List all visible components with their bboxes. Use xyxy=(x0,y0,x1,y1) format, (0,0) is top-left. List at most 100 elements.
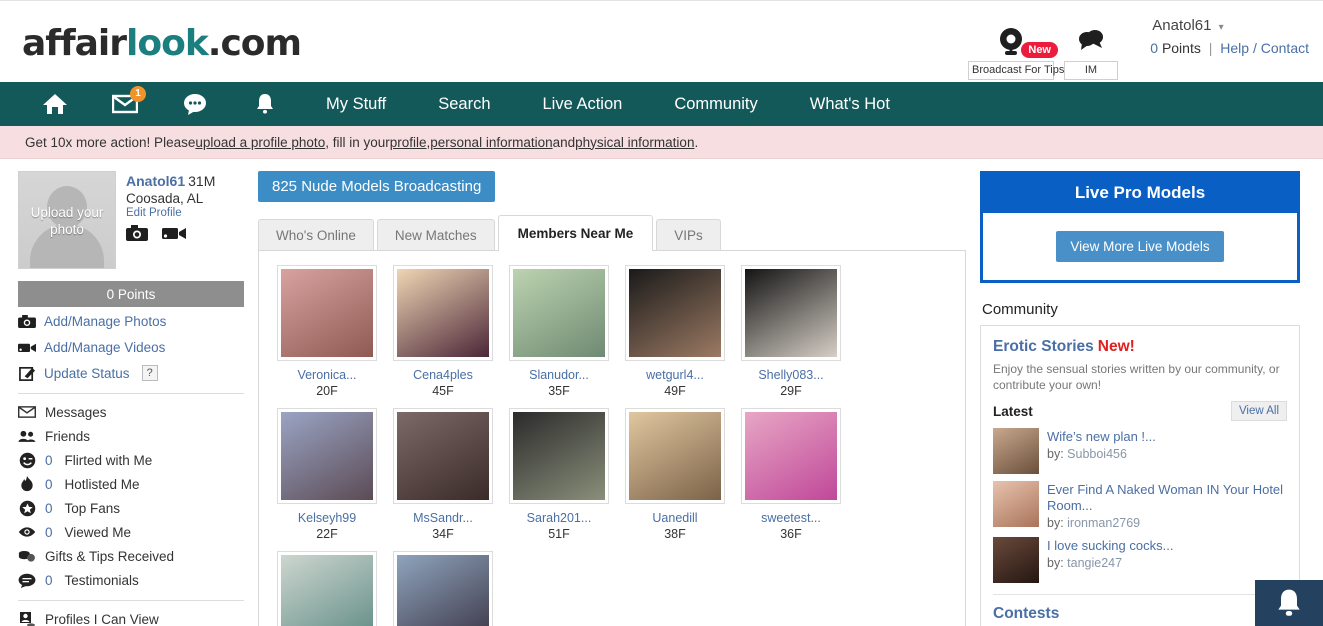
erotic-stories-heading[interactable]: Erotic Stories New! xyxy=(993,338,1287,356)
sidebar-item-testimonials[interactable]: 0 Testimonials xyxy=(18,568,244,592)
edit-profile-link[interactable]: Edit Profile xyxy=(126,207,182,219)
nav-link-live-action[interactable]: Live Action xyxy=(517,95,649,114)
sidebar-item-hotlisted-me[interactable]: 0 Hotlisted Me xyxy=(18,472,244,496)
video-camera-icon[interactable] xyxy=(162,225,186,246)
story-author[interactable]: Subboi456 xyxy=(1067,447,1127,461)
sidebar-item-label: Viewed Me xyxy=(64,524,132,540)
member-card[interactable]: MsSandr... 34F xyxy=(387,408,499,541)
sidebar-item-messages[interactable]: Messages xyxy=(18,400,244,424)
im-tile[interactable]: IM xyxy=(1064,23,1118,80)
tab-members-near-me[interactable]: Members Near Me xyxy=(497,215,654,251)
member-thumbnail[interactable] xyxy=(393,551,493,626)
sidebar-item-flirted-with-me[interactable]: 0 Flirted with Me xyxy=(18,448,244,472)
tab-whos-online[interactable]: Who's Online xyxy=(258,219,374,251)
notifications-fab[interactable] xyxy=(1255,580,1323,626)
member-thumbnail[interactable] xyxy=(625,265,725,361)
member-name-row[interactable]: Slanudor... xyxy=(503,368,615,382)
nav-link-my-stuff[interactable]: My Stuff xyxy=(300,95,412,114)
broadcast-for-tips-tile[interactable]: New Broadcast For Tips xyxy=(968,23,1064,80)
sidebar-item-count: 0 xyxy=(45,572,53,588)
nav-link-search[interactable]: Search xyxy=(412,95,516,114)
sidebar-link-add-manage-videos[interactable]: Add/Manage Videos xyxy=(18,335,244,359)
avatar[interactable]: Upload your photo xyxy=(18,171,116,269)
story-author[interactable]: ironman2769 xyxy=(1067,516,1140,530)
nav-messages-icon[interactable]: 1 xyxy=(90,82,160,126)
nude-models-broadcasting-banner[interactable]: 825 Nude Models Broadcasting xyxy=(258,171,496,202)
notice-link-physical-information[interactable]: physical information xyxy=(575,135,694,150)
member-name-row[interactable]: Cena4ples xyxy=(387,368,499,382)
story-item[interactable]: Ever Find A Naked Woman IN Your Hotel Ro… xyxy=(993,481,1287,530)
member-thumbnail[interactable] xyxy=(393,408,493,504)
member-photo xyxy=(745,412,837,500)
member-card[interactable]: Slanudor... 35F xyxy=(503,265,615,398)
notice-link-personal-information[interactable]: personal information xyxy=(430,135,552,150)
member-thumbnail[interactable] xyxy=(277,265,377,361)
member-card[interactable]: Kelseyh99 22F xyxy=(271,408,383,541)
member-thumbnail[interactable] xyxy=(741,265,841,361)
member-name-row[interactable]: sweetest... xyxy=(735,511,847,525)
member-name-row[interactable]: Veronica... xyxy=(271,368,383,382)
sidebar-link-label[interactable]: Add/Manage Videos xyxy=(44,340,165,355)
nav-home-icon[interactable] xyxy=(20,82,90,126)
sidebar-link-label[interactable]: Add/Manage Photos xyxy=(44,314,166,329)
sidebar-item-friends[interactable]: Friends xyxy=(18,424,244,448)
story-author[interactable]: tangie247 xyxy=(1067,556,1122,570)
nav-notifications-icon[interactable] xyxy=(230,82,300,126)
view-more-live-models-button[interactable]: View More Live Models xyxy=(1056,231,1224,262)
profile-username[interactable]: Anatol61 xyxy=(126,173,185,189)
member-card[interactable]: Alabama...39F xyxy=(387,551,499,626)
help-contact-link[interactable]: Help / Contact xyxy=(1220,40,1309,56)
member-name-row[interactable]: Uanedill xyxy=(619,511,731,525)
member-username: Veronica... xyxy=(297,368,357,382)
camera-icon[interactable] xyxy=(126,225,148,246)
member-thumbnail[interactable] xyxy=(393,265,493,361)
member-card[interactable]: sweetest... 36F xyxy=(735,408,847,541)
story-item[interactable]: Wife’s new plan !... by: Subboi456 xyxy=(993,428,1287,474)
story-title[interactable]: I love sucking cocks... xyxy=(1047,538,1173,554)
member-card[interactable]: Shelly083... 29F xyxy=(735,265,847,398)
nav-chat-icon[interactable] xyxy=(160,82,230,126)
help-tooltip-icon[interactable]: ? xyxy=(141,365,158,381)
sidebar-item-profiles-i-can-view[interactable]: Profiles I Can View xyxy=(18,607,244,626)
member-name-row[interactable]: Shelly083... xyxy=(735,368,847,382)
member-thumbnail[interactable] xyxy=(277,408,377,504)
story-title[interactable]: Ever Find A Naked Woman IN Your Hotel Ro… xyxy=(1047,482,1287,514)
nav-link-community[interactable]: Community xyxy=(648,95,783,114)
profiles-icon xyxy=(18,611,36,626)
story-item[interactable]: I love sucking cocks... by: tangie247 xyxy=(993,537,1287,583)
tab-new-matches[interactable]: New Matches xyxy=(376,219,495,251)
member-name-row[interactable]: MsSandr... xyxy=(387,511,499,525)
sidebar-item-top-fans[interactable]: 0 Top Fans xyxy=(18,496,244,520)
member-card[interactable]: sweet_1f...♛67F xyxy=(271,551,383,626)
story-title[interactable]: Wife’s new plan !... xyxy=(1047,429,1156,445)
sidebar-link-label[interactable]: Update Status xyxy=(44,366,130,381)
contests-heading[interactable]: Contests xyxy=(993,605,1287,623)
member-thumbnail[interactable] xyxy=(741,408,841,504)
member-card[interactable]: Cena4ples 45F xyxy=(387,265,499,398)
member-card[interactable]: Uanedill 38F xyxy=(619,408,731,541)
member-thumbnail[interactable] xyxy=(277,551,377,626)
sidebar-link-update-status[interactable]: Update Status ? xyxy=(18,361,244,385)
member-name-row[interactable]: Kelseyh99 xyxy=(271,511,383,525)
member-name-row[interactable]: wetgurl4... xyxy=(619,368,731,382)
sidebar-item-viewed-me[interactable]: 0 Viewed Me xyxy=(18,520,244,544)
view-all-button[interactable]: View All xyxy=(1230,401,1287,421)
community-card: Erotic Stories New! Enjoy the sensual sto… xyxy=(980,325,1300,626)
member-name-row[interactable]: Sarah201... xyxy=(503,511,615,525)
sidebar-item-gifts-tips-received[interactable]: Gifts & Tips Received xyxy=(18,544,244,568)
account-menu[interactable]: Anatol61 ▾ xyxy=(1150,17,1309,34)
member-card[interactable]: wetgurl4... 49F xyxy=(619,265,731,398)
tab-vips[interactable]: VIPs xyxy=(656,219,721,251)
notice-link-upload-photo[interactable]: upload a profile photo xyxy=(195,135,325,150)
nav-link-whats-hot[interactable]: What's Hot xyxy=(784,95,916,114)
member-card[interactable]: Veronica... 20F xyxy=(271,265,383,398)
member-age-gender: 34F xyxy=(432,527,454,541)
notice-link-profile[interactable]: profile xyxy=(390,135,427,150)
member-thumbnail[interactable] xyxy=(509,408,609,504)
site-logo[interactable]: affairlook.com xyxy=(22,23,302,64)
sidebar-link-add-manage-photos[interactable]: Add/Manage Photos xyxy=(18,309,244,333)
member-thumbnail[interactable] xyxy=(625,408,725,504)
member-photo xyxy=(513,269,605,357)
member-card[interactable]: Sarah201... 51F xyxy=(503,408,615,541)
member-thumbnail[interactable] xyxy=(509,265,609,361)
